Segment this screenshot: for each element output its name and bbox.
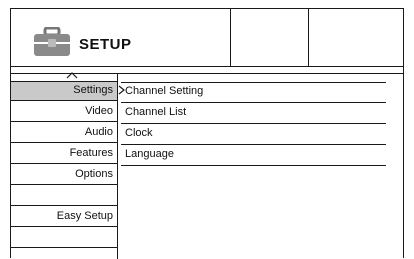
menu-divider bbox=[11, 247, 117, 248]
submenu-item-channel-setting[interactable]: Channel Setting bbox=[125, 82, 203, 101]
menu-item-settings[interactable]: Settings bbox=[13, 81, 113, 100]
menu-divider bbox=[11, 163, 117, 164]
menu-item-empty bbox=[13, 186, 113, 205]
submenu-divider bbox=[121, 123, 386, 124]
submenu-item-channel-list[interactable]: Channel List bbox=[125, 103, 186, 122]
toolbox-icon bbox=[34, 27, 70, 56]
menu-item-options[interactable]: Options bbox=[13, 165, 113, 184]
header-divider bbox=[230, 9, 231, 66]
menu-item-audio[interactable]: Audio bbox=[13, 123, 113, 142]
menu-divider bbox=[11, 100, 117, 101]
menu-item-empty bbox=[13, 228, 113, 247]
menu-divider bbox=[11, 121, 117, 122]
page-title: SETUP bbox=[79, 36, 132, 53]
menu-item-features[interactable]: Features bbox=[13, 144, 113, 163]
submenu-divider bbox=[121, 165, 386, 166]
menu-item-easy-setup[interactable]: Easy Setup bbox=[13, 207, 113, 226]
submenu-item-language[interactable]: Language bbox=[125, 145, 174, 164]
menu-item-video[interactable]: Video bbox=[13, 102, 113, 121]
scroll-up-icon[interactable] bbox=[66, 71, 78, 79]
menu-divider bbox=[11, 142, 117, 143]
menu-divider bbox=[11, 184, 117, 185]
setup-window: SETUP Settings Video Audio Features Opti… bbox=[10, 8, 404, 259]
menu-divider bbox=[11, 205, 117, 206]
submenu-item-clock[interactable]: Clock bbox=[125, 124, 153, 143]
menu-divider bbox=[11, 226, 117, 227]
category-menu: Settings Video Audio Features Options Ea… bbox=[11, 74, 118, 259]
header-divider bbox=[308, 9, 309, 66]
setup-header: SETUP bbox=[11, 9, 403, 67]
